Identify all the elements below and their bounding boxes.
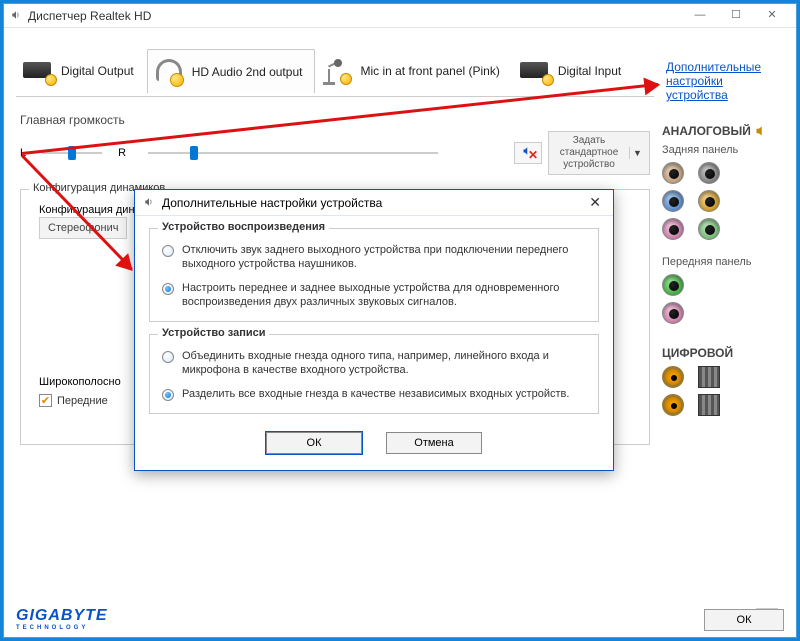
dialog-close-button[interactable]: ✕: [585, 194, 605, 211]
record-option-1-label: Объединить входные гнезда одного типа, н…: [182, 349, 586, 377]
brand-name: GIGABYTE: [16, 607, 108, 624]
additional-settings-dialog: Дополнительные настройки устройства ✕ Ус…: [134, 189, 614, 471]
back-panel-label: Задняя панель: [662, 144, 784, 156]
speaker-icon: [755, 125, 768, 137]
record-device-group: Устройство записи Объединить входные гне…: [149, 334, 599, 414]
additional-settings-link[interactable]: Дополнительные настройки устройства: [662, 52, 784, 110]
main-ok-button[interactable]: ОК: [704, 609, 784, 631]
jack-green[interactable]: [698, 218, 720, 240]
playback-option-1[interactable]: Отключить звук заднего выходного устройс…: [162, 243, 586, 271]
set-default-device-label: Задать стандартное устройство: [553, 135, 625, 171]
amplifier-icon: [23, 58, 55, 84]
front-panel-jacks-row1: [662, 274, 784, 296]
tab-digital-input[interactable]: Digital Input: [513, 48, 634, 92]
jack-front-green[interactable]: [662, 274, 684, 296]
record-option-2-label: Разделить все входные гнезда в качестве …: [182, 387, 569, 401]
analog-label: АНАЛОГОВЫЙ: [662, 124, 751, 138]
balance-right-label: R: [118, 147, 126, 159]
radio-unselected-icon: [162, 245, 174, 257]
dialog-speaker-icon: [143, 196, 157, 210]
maximize-button[interactable]: ☐: [718, 6, 754, 26]
tab-label: Digital Output: [61, 64, 134, 78]
dialog-titlebar: Дополнительные настройки устройства ✕: [135, 190, 613, 216]
digital-jacks-row1: [662, 366, 784, 388]
dialog-title: Дополнительные настройки устройства: [162, 196, 585, 210]
playback-device-group: Устройство воспроизведения Отключить зву…: [149, 228, 599, 322]
microphone-icon: [322, 57, 354, 85]
jack-digital-coax-out[interactable]: [662, 366, 684, 388]
close-button[interactable]: ✕: [754, 6, 790, 26]
jack-front-pink[interactable]: [662, 302, 684, 324]
back-panel-jacks-row3: [662, 218, 784, 240]
back-panel-jacks-row1: [662, 162, 784, 184]
record-option-1[interactable]: Объединить входные гнезда одного типа, н…: [162, 349, 586, 377]
playback-option-2-label: Настроить переднее и заднее выходные уст…: [182, 281, 586, 309]
jack-orange[interactable]: [662, 162, 684, 184]
tab-hd-audio-2nd-output[interactable]: HD Audio 2nd output: [147, 49, 316, 93]
digital-jacks-row2: [662, 394, 784, 416]
app-window: Диспетчер Realtek HD — ☐ ✕ Digital Outpu…: [3, 3, 797, 638]
radio-selected-icon: [162, 283, 174, 295]
tab-label: Mic in at front panel (Pink): [360, 64, 499, 78]
front-panel-label: Передняя панель: [662, 256, 784, 268]
side-panel: Дополнительные настройки устройства АНАЛ…: [662, 52, 784, 422]
front-panel-jacks-row2: [662, 302, 784, 324]
titlebar: Диспетчер Realtek HD — ☐ ✕: [4, 4, 796, 28]
tab-mic-in-front-panel[interactable]: Mic in at front panel (Pink): [315, 48, 512, 92]
jack-digital-optical-in[interactable]: [698, 394, 720, 416]
playback-option-2[interactable]: Настроить переднее и заднее выходные уст…: [162, 281, 586, 309]
checkbox-checked-icon: ✔: [39, 394, 52, 407]
window-title: Диспетчер Realtek HD: [28, 9, 682, 23]
dialog-ok-button[interactable]: ОК: [266, 432, 362, 454]
playback-group-legend: Устройство воспроизведения: [158, 221, 329, 233]
radio-unselected-icon: [162, 351, 174, 363]
brand-subtitle: TECHNOLOGY: [16, 625, 108, 631]
amplifier-icon: [520, 58, 552, 84]
analog-section-header: АНАЛОГОВЫЙ: [662, 124, 784, 138]
jack-blue[interactable]: [662, 190, 684, 212]
tab-label: Digital Input: [558, 64, 621, 78]
mute-button[interactable]: ✕: [514, 142, 542, 164]
titlebar-speaker-icon: [10, 9, 24, 23]
digital-section-header: ЦИФРОВОЙ: [662, 346, 784, 360]
tab-digital-output[interactable]: Digital Output: [16, 48, 147, 92]
jack-digital-coax-in[interactable]: [662, 394, 684, 416]
jack-pink[interactable]: [662, 218, 684, 240]
record-option-2[interactable]: Разделить все входные гнезда в качестве …: [162, 387, 586, 401]
brand-logo: GIGABYTE TECHNOLOGY: [16, 607, 108, 631]
record-group-legend: Устройство записи: [158, 327, 269, 339]
footer: GIGABYTE TECHNOLOGY i: [16, 607, 784, 631]
jack-yellow[interactable]: [698, 190, 720, 212]
jack-digital-optical-out[interactable]: [698, 366, 720, 388]
headphones-icon: [154, 57, 186, 87]
playback-option-1-label: Отключить звук заднего выходного устройс…: [182, 243, 586, 271]
volume-slider[interactable]: [148, 145, 438, 161]
mute-x-icon: ✕: [528, 145, 538, 165]
back-panel-jacks-row2: [662, 190, 784, 212]
radio-selected-icon: [162, 389, 174, 401]
jack-black[interactable]: [698, 162, 720, 184]
tab-label: HD Audio 2nd output: [192, 65, 303, 79]
dialog-cancel-button[interactable]: Отмена: [386, 432, 482, 454]
chevron-down-icon[interactable]: ▼: [629, 147, 645, 159]
front-speakers-label: Передние: [57, 395, 108, 407]
minimize-button[interactable]: —: [682, 6, 718, 26]
dialog-buttons: ОК Отмена: [135, 426, 613, 470]
set-default-device-button[interactable]: Задать стандартное устройство ▼: [548, 131, 650, 175]
